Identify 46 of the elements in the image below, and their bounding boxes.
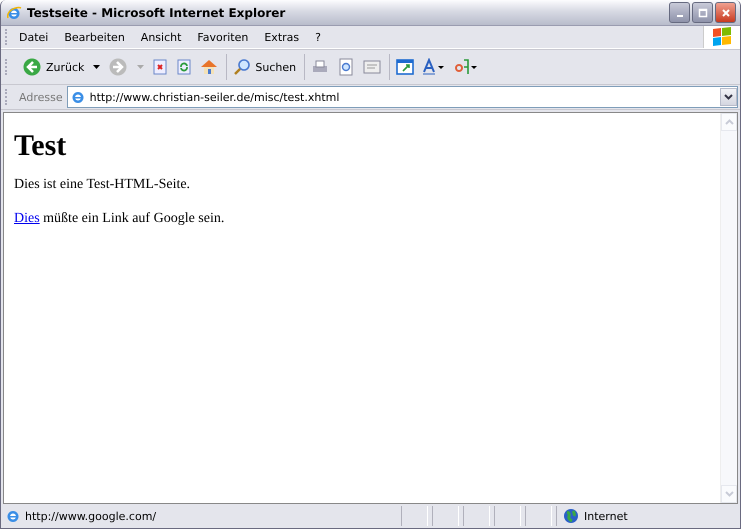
stop-icon xyxy=(152,59,168,75)
menu-item[interactable]: ? xyxy=(315,30,321,44)
link[interactable]: Dies xyxy=(14,211,40,226)
search-icon xyxy=(233,58,252,76)
paragraph: Dies müßte ein Link auf Google sein. xyxy=(14,211,226,227)
dropdown-button[interactable] xyxy=(720,88,737,106)
status-panel xyxy=(401,506,428,526)
minimize-icon xyxy=(676,14,682,16)
address-field[interactable]: http://www.christian-seiler.de/misc/test.xhtml xyxy=(66,86,738,108)
address-label: Adresse xyxy=(19,90,63,104)
status-panel xyxy=(525,506,552,526)
close-button[interactable] xyxy=(715,2,736,23)
paragraph: Dies ist eine Test-HTML-Seite. xyxy=(14,177,192,193)
browser-icon xyxy=(6,4,22,20)
maximize-icon xyxy=(698,8,708,18)
page-icon xyxy=(70,89,86,105)
globe-icon xyxy=(563,508,579,524)
menu-item[interactable]: Datei xyxy=(19,30,48,44)
chevron-down-icon xyxy=(724,491,734,497)
back-button[interactable]: Zurück xyxy=(19,53,104,81)
page-magnifier-icon xyxy=(337,58,356,76)
font-icon xyxy=(422,58,446,76)
chevron-up-icon xyxy=(724,119,734,125)
chevron-down-icon xyxy=(724,94,733,100)
house-icon xyxy=(200,58,218,76)
status-panel xyxy=(494,506,521,526)
status-panel xyxy=(463,506,490,526)
maximize-button[interactable] xyxy=(692,2,713,23)
edit-icon xyxy=(363,58,382,76)
page-icon xyxy=(5,508,21,524)
menu-item[interactable]: Ansicht xyxy=(140,30,182,44)
window-icon xyxy=(396,58,414,76)
minimize-button[interactable] xyxy=(669,2,690,23)
status-panel xyxy=(432,506,459,526)
caret-icon xyxy=(93,65,100,69)
page-heading: Test xyxy=(14,129,68,163)
window-title: Testseite - Microsoft Internet Explorer xyxy=(27,6,286,20)
zone-text: Internet xyxy=(584,510,628,522)
menu-item[interactable]: Favoriten xyxy=(197,30,248,44)
menu-item[interactable]: Extras xyxy=(264,30,300,44)
menu-item[interactable]: Bearbeiten xyxy=(64,30,125,44)
refresh-icon xyxy=(176,59,192,75)
status-text: http://www.google.com/ xyxy=(25,510,158,522)
close-icon xyxy=(720,8,730,18)
caret-icon xyxy=(137,65,144,69)
search-button[interactable]: Suchen xyxy=(230,53,300,81)
